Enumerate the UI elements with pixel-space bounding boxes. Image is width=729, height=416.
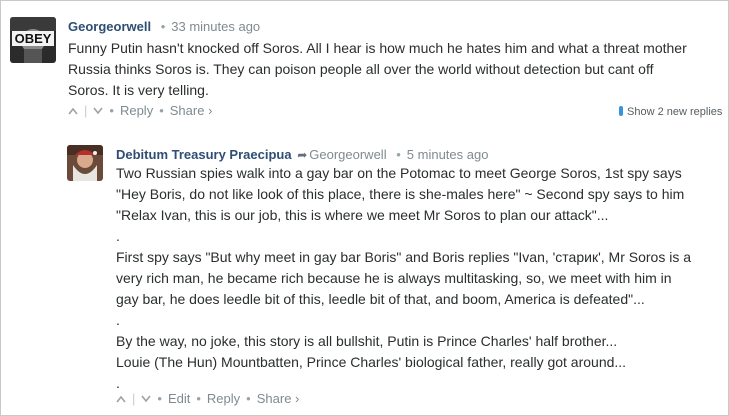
upvote-button[interactable] [116, 391, 126, 407]
upvote-button[interactable] [68, 103, 78, 119]
comment-body: Funny Putin hasn't knocked off Soros. Al… [68, 38, 687, 101]
meta-bullet: • [160, 19, 166, 34]
svg-text:OBEY: OBEY [15, 31, 52, 46]
santa-avatar-icon [67, 145, 103, 181]
timestamp[interactable]: 33 minutes ago [171, 19, 260, 34]
divider: | [132, 391, 136, 406]
comment-line: Funny Putin hasn't knocked off Soros. Al… [68, 40, 687, 56]
show-replies-label: Show 2 new replies [627, 106, 723, 118]
meta-bullet: • [159, 103, 164, 118]
comment-meta: Debitum Treasury Praecipua ➦ Georgeorwell… [116, 147, 488, 163]
comment-line: By the way, no joke, this story is all b… [116, 333, 618, 349]
avatar[interactable] [67, 145, 103, 181]
comment-actions: | • Edit • Reply • Share › [116, 391, 299, 407]
comment-line: gay bar, he does leedle bit of this, lee… [116, 291, 645, 307]
in-reply-to[interactable]: Georgeorwell [309, 147, 386, 162]
comment-line: Two Russian spies walk into a gay bar on… [116, 165, 682, 181]
chevron-up-icon [68, 107, 78, 115]
comment-actions: | • Reply • Share › [68, 103, 212, 119]
comment-line: Russia thinks Soros is. They can poison … [68, 61, 654, 77]
downvote-button[interactable] [93, 103, 104, 119]
reply-button[interactable]: Reply [120, 103, 153, 119]
edit-button[interactable]: Edit [168, 391, 190, 407]
meta-bullet: • [246, 391, 251, 406]
share-button[interactable]: Share › [170, 103, 213, 119]
meta-bullet: • [157, 391, 162, 406]
timestamp[interactable]: 5 minutes ago [407, 147, 489, 162]
comment-line: Louie (The Hun) Mountbatten, Prince Char… [116, 354, 627, 370]
comment-body: Two Russian spies walk into a gay bar on… [116, 163, 691, 394]
avatar[interactable]: OBEY [10, 17, 56, 63]
reply-arrow-icon: ➦ [297, 148, 308, 162]
meta-bullet: • [109, 103, 114, 118]
share-button[interactable]: Share › [257, 391, 300, 407]
comment-line: "Hey Boris, do not like look of this pla… [116, 186, 685, 202]
meta-bullet: • [396, 147, 401, 162]
new-replies-indicator-icon [619, 106, 623, 116]
chevron-up-icon [116, 395, 126, 403]
obey-poster-avatar-icon: OBEY [10, 17, 56, 63]
reply-button[interactable]: Reply [207, 391, 240, 407]
author-name[interactable]: Debitum Treasury Praecipua [116, 147, 292, 162]
comment-line: "Relax Ivan, this is our job, this is wh… [116, 207, 609, 223]
downvote-button[interactable] [141, 391, 152, 407]
show-new-replies-button[interactable]: Show 2 new replies [619, 105, 722, 119]
comment-line: very rich man, he became rich because he… [116, 270, 672, 286]
comment-line: . [116, 312, 120, 328]
comment-line: Soros. It is very telling. [68, 82, 209, 98]
chevron-down-icon [93, 107, 104, 115]
comment-line: First spy says "But why meet in gay bar … [116, 249, 691, 265]
author-name[interactable]: Georgeorwell [68, 19, 151, 34]
comment-meta: Georgeorwell • 33 minutes ago [68, 19, 260, 35]
comment-line: . [116, 228, 120, 244]
divider: | [84, 103, 88, 118]
meta-bullet: • [196, 391, 201, 406]
chevron-down-icon [141, 395, 152, 403]
